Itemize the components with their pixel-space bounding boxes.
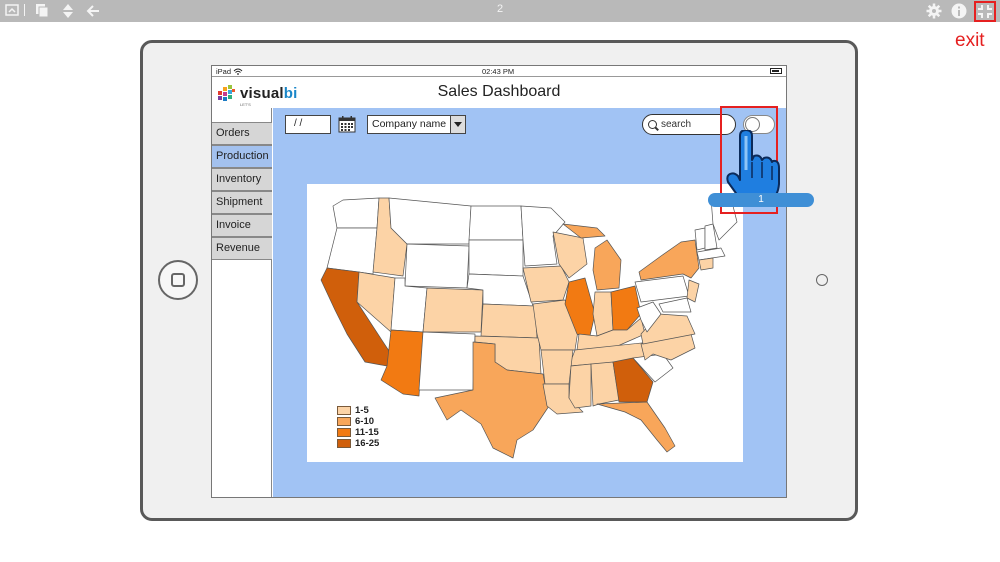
battery-icon [770, 68, 782, 74]
search-icon [648, 120, 657, 129]
state-arizona [380, 329, 424, 397]
settings-icon[interactable] [926, 3, 942, 19]
state-montana [388, 197, 472, 245]
legend-label: 11-15 [355, 427, 379, 438]
state-colorado [422, 287, 484, 333]
sidebar-item-label: Invoice [216, 219, 251, 231]
carrier-text: iPad [216, 67, 232, 76]
state-oregon [326, 227, 378, 275]
top-toolbar: 2 [0, 0, 1000, 22]
status-time: 02:43 PM [482, 67, 515, 76]
date-input[interactable]: / / [285, 115, 331, 134]
legend-swatch [337, 428, 351, 437]
sidebar-item-label: Inventory [216, 173, 262, 185]
exit-label: exit [955, 30, 985, 51]
state-michigan [592, 239, 622, 291]
calendar-icon[interactable] [338, 115, 356, 133]
sidebar-item-invoice[interactable]: Invoice [212, 214, 272, 237]
company-select[interactable]: Company name [367, 115, 466, 134]
sidebar-item-production[interactable]: Production [212, 145, 272, 168]
monitor-icon[interactable] [4, 3, 20, 19]
state-washington [332, 197, 380, 229]
legend-label: 6-10 [355, 416, 375, 427]
status-bar: iPad 02:43 PM [212, 66, 786, 77]
state-mississippi [568, 363, 592, 409]
legend-item: 1-5 [337, 405, 397, 416]
state-north-dakota [468, 205, 524, 241]
state-arkansas [540, 349, 574, 385]
sidebar-item-revenue[interactable]: Revenue [212, 237, 272, 260]
home-square-icon [171, 273, 185, 287]
page-number: 2 [496, 3, 504, 15]
legend-label: 16-25 [355, 438, 380, 449]
copy-icon[interactable] [34, 3, 50, 19]
state-new-jersey [686, 279, 700, 303]
state-south-dakota [468, 239, 524, 277]
state-maryland [658, 297, 692, 313]
sidebar-item-label: Revenue [216, 242, 261, 254]
legend-label: 1-5 [355, 405, 369, 416]
info-icon[interactable] [951, 3, 967, 19]
carrier-label: iPad [216, 67, 243, 76]
legend-swatch [337, 439, 351, 448]
sidebar-item-shipment[interactable]: Shipment [212, 191, 272, 214]
sidebar: Orders Production Inventory Shipment Inv… [212, 108, 272, 497]
legend-item: 6-10 [337, 416, 397, 427]
us-map-panel: 1-5 6-10 11-15 16-25 [307, 184, 743, 462]
app-header: visualbi LET'S MAKE YOU LOOK SMART Sales… [212, 78, 786, 127]
home-button[interactable] [158, 260, 198, 300]
sidebar-item-label: Shipment [216, 196, 263, 208]
main-panel: / / Company name search 1-5 6-10 11-15 1… [273, 108, 786, 497]
cursor-count-badge: 1 [708, 193, 814, 207]
state-indiana [592, 291, 614, 337]
state-kansas [480, 303, 538, 339]
sidebar-item-orders[interactable]: Orders [212, 122, 272, 145]
company-select-value: Company name [372, 118, 447, 130]
legend-swatch [337, 406, 351, 415]
sidebar-item-label: Orders [216, 127, 250, 139]
search-placeholder: search [661, 119, 692, 130]
state-iowa [522, 265, 570, 303]
toolbar-divider [23, 3, 27, 19]
state-new-mexico [418, 331, 476, 391]
legend-item: 16-25 [337, 438, 397, 449]
legend-item: 11-15 [337, 427, 397, 438]
state-vermont [694, 227, 706, 251]
legend-swatch [337, 417, 351, 426]
state-new-york [638, 239, 700, 281]
sidebar-item-label: Production [216, 150, 269, 162]
tablet-screen: iPad 02:43 PM visualbi LET'S MAKE YOU LO… [211, 65, 787, 498]
sidebar-item-inventory[interactable]: Inventory [212, 168, 272, 191]
sort-icon[interactable] [60, 3, 76, 19]
camera-icon [816, 274, 828, 286]
wifi-icon [233, 68, 243, 75]
back-arrow-icon[interactable] [85, 3, 101, 19]
state-connecticut [698, 257, 714, 271]
exit-highlight-box [974, 1, 996, 22]
state-florida [596, 401, 676, 453]
chevron-down-icon[interactable] [450, 116, 465, 133]
state-wyoming [404, 243, 470, 289]
page-title: Sales Dashboard [437, 83, 561, 100]
